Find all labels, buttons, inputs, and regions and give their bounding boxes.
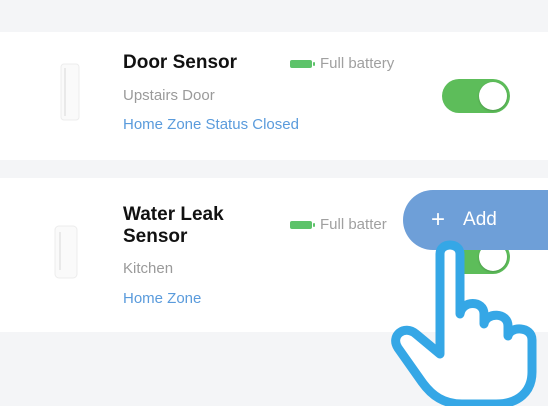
add-button-label: Add	[463, 209, 497, 230]
toggle-knob	[479, 82, 507, 110]
battery-full-icon	[290, 220, 315, 229]
hand-pointer-icon	[391, 240, 537, 406]
device-title: Door Sensor	[123, 52, 238, 73]
plus-icon: +	[431, 206, 446, 233]
battery-status: Full battery	[290, 55, 394, 72]
device-zone[interactable]: Home Zone	[123, 290, 201, 307]
device-zone[interactable]: Home Zone	[123, 116, 201, 133]
divider-band	[0, 160, 548, 178]
device-title-line1: Water Leak	[123, 204, 224, 225]
device-location: Kitchen	[123, 260, 174, 277]
device-status: Status Closed	[205, 116, 299, 133]
battery-status: Full batter	[290, 216, 387, 233]
device-card-door-sensor[interactable]: Door Sensor Full battery Upstairs Door H…	[0, 32, 548, 160]
device-title: Water Leak Sensor	[123, 204, 224, 248]
sensor-device-icon	[54, 225, 78, 279]
device-title-line2: Sensor	[123, 226, 188, 247]
battery-label: Full battery	[320, 55, 395, 72]
device-location: Upstairs Door	[123, 87, 215, 104]
device-toggle[interactable]	[442, 79, 510, 113]
sensor-device-icon	[60, 63, 80, 121]
battery-full-icon	[290, 59, 315, 68]
device-zone-line: Home Zone Status Closed	[123, 116, 299, 133]
top-band	[0, 0, 548, 32]
battery-label: Full batter	[320, 216, 387, 233]
